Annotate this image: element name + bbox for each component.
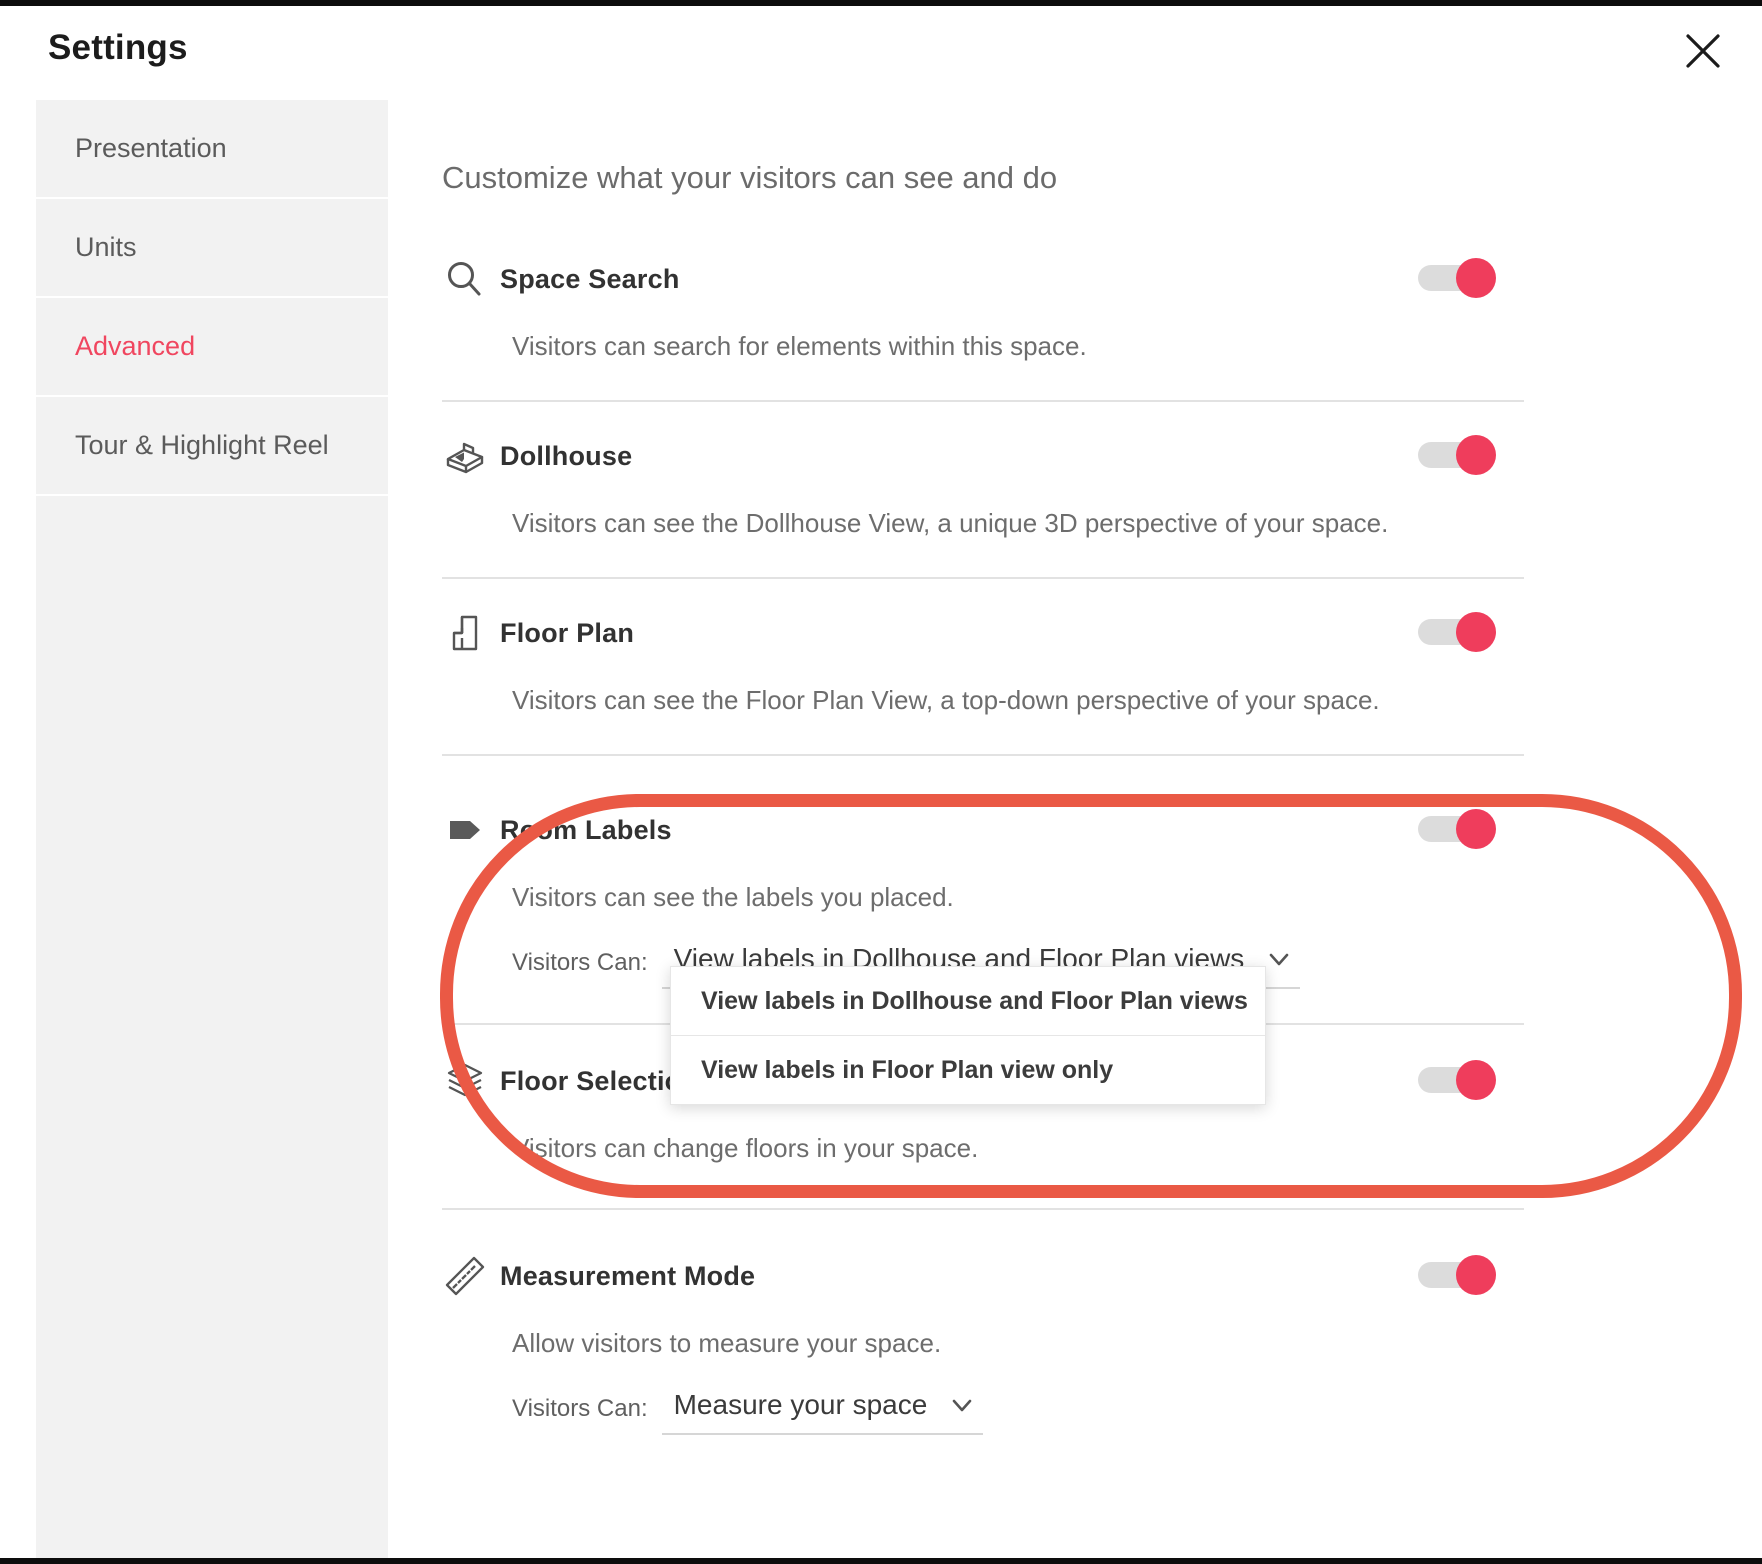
row-header: Measurement Mode [442,1246,1748,1306]
setting-row-room-labels: Room Labels Visitors can see the labels … [442,756,1748,1105]
setting-title: Space Search [500,263,680,294]
dialog-title-bar: Settings [0,6,1762,100]
setting-row-space-search: Space Search Visitors can search for ele… [442,225,1748,402]
measurement-mode-select[interactable]: Measure your space [661,1389,984,1435]
settings-list: Space Search Visitors can search for ele… [442,225,1748,1435]
setting-description: Visitors can see the Floor Plan View, a … [512,685,1380,715]
setting-row-floor-plan: Floor Plan Visitors can see the Floor Pl… [442,579,1748,756]
toggle-knob [1456,435,1496,475]
settings-dialog: Settings Presentation Units Advanced Tou… [0,0,1762,1564]
sidebar-item-label: Presentation [75,133,227,163]
settings-main-panel: Customize what your visitors can see and… [388,100,1762,1558]
dropdown-option-dollhouse-and-floor-plan[interactable]: View labels in Dollhouse and Floor Plan … [671,967,1265,1035]
sidebar-item-advanced[interactable]: Advanced [36,298,388,397]
toggle-knob [1456,809,1496,849]
toggle-knob [1456,1060,1496,1100]
setting-description: Visitors can search for elements within … [512,331,1087,361]
setting-row-dollhouse: Dollhouse Visitors can see the Dollhouse… [442,402,1748,579]
visitors-can-control-measurement: Visitors Can: Measure your space [512,1389,1748,1435]
chevron-down-icon [949,1392,975,1418]
toggle-knob [1456,612,1496,652]
toggle-dollhouse[interactable] [1418,435,1500,475]
toggle-space-search[interactable] [1418,258,1500,298]
layers-icon [442,1058,500,1104]
sidebar-item-label: Advanced [75,331,196,361]
sidebar-item-presentation[interactable]: Presentation [36,100,388,199]
row-header: Space Search [442,249,1748,309]
sidebar-item-tour-highlight-reel[interactable]: Tour & Highlight Reel [36,397,388,496]
room-labels-dropdown-menu[interactable]: View labels in Dollhouse and Floor Plan … [670,966,1266,1105]
sidebar-filler [36,496,388,1558]
close-button[interactable] [1674,22,1732,80]
setting-title: Dollhouse [500,440,633,471]
chevron-down-icon [1266,946,1292,972]
room-label-tag-icon [442,807,500,853]
sidebar-item-label: Units [75,232,137,262]
row-header: Floor Plan [442,603,1748,663]
setting-title: Measurement Mode [500,1260,756,1291]
toggle-knob [1456,258,1496,298]
setting-description: Visitors can see the labels you placed. [512,882,954,912]
row-header: Dollhouse [442,426,1748,486]
measurement-mode-select-value: Measure your space [673,1389,928,1420]
setting-description: Visitors can change floors in your space… [512,1133,979,1163]
sidebar-item-label: Tour & Highlight Reel [75,430,329,460]
main-heading: Customize what your visitors can see and… [442,160,1058,195]
setting-description: Allow visitors to measure your space. [512,1328,942,1358]
dropdown-option-floor-plan-only[interactable]: View labels in Floor Plan view only [671,1036,1265,1104]
visitors-can-label: Visitors Can: [512,949,648,976]
toggle-knob [1456,1255,1496,1295]
page-title: Settings [48,28,188,67]
toggle-room-labels[interactable] [1418,809,1500,849]
dollhouse-icon [442,433,500,479]
setting-title: Floor Selection [500,1065,699,1096]
toggle-measurement-mode[interactable] [1418,1255,1500,1295]
visitors-can-label: Visitors Can: [512,1395,648,1422]
ruler-icon [442,1253,500,1299]
setting-title: Room Labels [500,814,672,845]
setting-title: Floor Plan [500,617,635,648]
row-header: Room Labels [442,800,1748,860]
toggle-floor-selection[interactable] [1418,1060,1500,1100]
close-icon [1683,31,1723,71]
setting-row-measurement-mode: Measurement Mode Allow visitors to measu… [442,1210,1748,1435]
floor-plan-icon [442,610,500,656]
search-icon [442,257,500,301]
setting-description: Visitors can see the Dollhouse View, a u… [512,508,1389,538]
toggle-floor-plan[interactable] [1418,612,1500,652]
settings-sidebar: Presentation Units Advanced Tour & Highl… [36,100,388,1558]
sidebar-item-units[interactable]: Units [36,199,388,298]
